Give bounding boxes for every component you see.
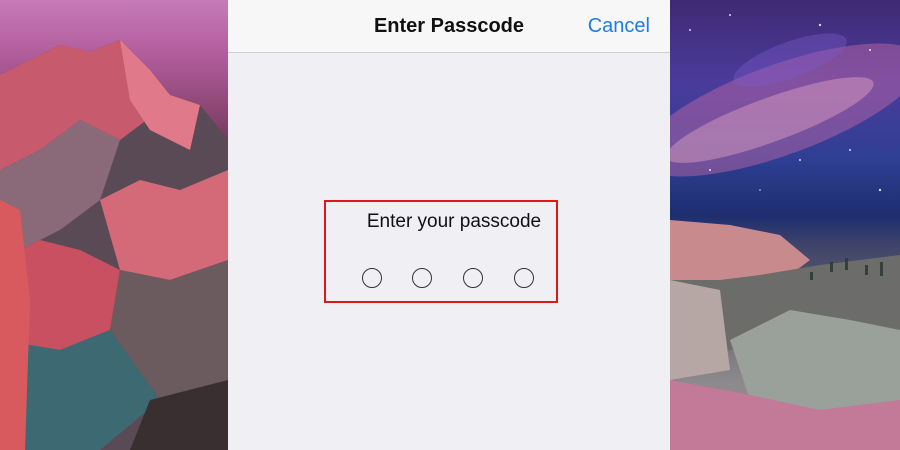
galaxy-mountain-illustration <box>670 14 900 450</box>
passcode-dots[interactable] <box>358 268 538 292</box>
passcode-dot <box>362 268 382 288</box>
passcode-prompt: Enter your passcode <box>366 211 542 232</box>
navigation-bar: Enter Passcode Cancel <box>228 0 670 53</box>
right-wallpaper-image <box>670 0 900 450</box>
left-wallpaper-image <box>0 0 228 450</box>
mountain-illustration <box>0 40 228 450</box>
passcode-dot <box>514 268 534 288</box>
passcode-dot <box>463 268 483 288</box>
passcode-dot <box>412 268 432 288</box>
cancel-button[interactable]: Cancel <box>588 15 650 38</box>
passcode-screen: Enter Passcode Cancel Enter your passcod… <box>228 0 670 450</box>
